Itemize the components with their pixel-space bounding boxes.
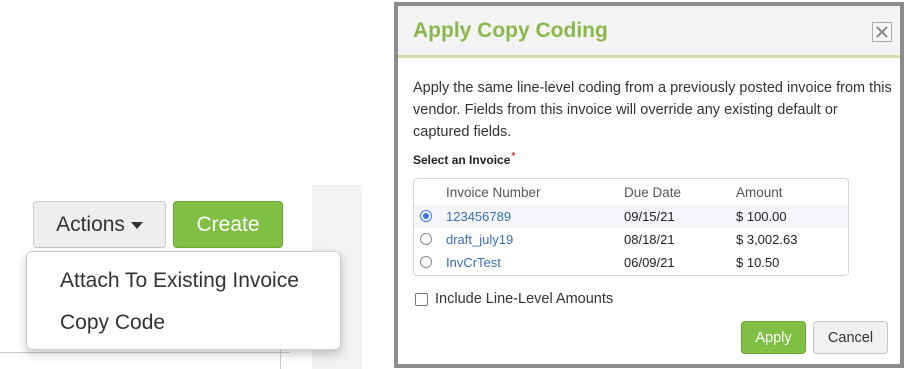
divider (280, 350, 281, 369)
create-button[interactable]: Create (173, 201, 283, 248)
include-line-level-amounts-option[interactable]: Include Line-Level Amounts (415, 291, 613, 307)
cancel-button[interactable]: Cancel (813, 321, 888, 354)
invoice-number-link[interactable]: 123456789 (446, 209, 511, 224)
column-header-amount: Amount (736, 185, 783, 200)
required-mark: * (511, 151, 516, 162)
amount-cell: $ 100.00 (736, 209, 787, 224)
invoice-radio[interactable] (420, 256, 432, 268)
select-invoice-label-text: Select an Invoice (413, 153, 511, 167)
include-line-level-amounts-checkbox[interactable] (415, 292, 428, 306)
due-date-cell: 09/15/21 (624, 209, 675, 224)
due-date-cell: 06/09/21 (624, 255, 675, 270)
column-header-invoice-number: Invoice Number (446, 185, 541, 200)
invoice-radio-selected[interactable] (420, 210, 432, 222)
invoice-number-link[interactable]: InvCrTest (446, 255, 501, 270)
apply-copy-coding-modal: Apply Copy Coding Apply the same line-le… (394, 2, 904, 368)
close-button[interactable] (872, 22, 892, 42)
caret-down-icon (130, 222, 143, 229)
divider (0, 352, 290, 353)
close-icon (876, 26, 888, 38)
select-invoice-label: Select an Invoice* (413, 151, 516, 167)
include-line-level-amounts-label[interactable]: Include Line-Level Amounts (435, 291, 613, 307)
invoice-number-link[interactable]: draft_july19 (446, 232, 513, 247)
actions-dropdown-button[interactable]: Actions (33, 201, 166, 248)
modal-description: Apply the same line-level coding from a … (413, 80, 892, 140)
apply-button[interactable]: Apply (741, 321, 806, 354)
amount-cell: $ 10.50 (736, 255, 780, 270)
actions-button-label: Actions (56, 212, 125, 236)
due-date-cell: 08/18/21 (624, 232, 675, 247)
table-row[interactable]: 123456789 09/15/21 $ 100.00 (414, 205, 848, 228)
modal-header: Apply Copy Coding (398, 6, 900, 58)
menu-item-attach-to-existing-invoice[interactable]: Attach To Existing Invoice (60, 269, 299, 293)
cancel-button-label: Cancel (827, 329, 874, 346)
menu-item-copy-code[interactable]: Copy Code (60, 311, 165, 335)
amount-cell: $ 3,002.63 (736, 232, 798, 247)
apply-button-label: Apply (755, 329, 792, 346)
invoice-table: Invoice Number Due Date Amount 123456789… (413, 178, 849, 276)
actions-menu: Attach To Existing Invoice Copy Code (26, 251, 341, 350)
table-row[interactable]: draft_july19 08/18/21 $ 3,002.63 (414, 228, 848, 251)
modal-title: Apply Copy Coding (413, 19, 608, 42)
column-header-due-date: Due Date (624, 185, 682, 200)
create-button-label: Create (196, 212, 260, 236)
table-row[interactable]: InvCrTest 06/09/21 $ 10.50 (414, 251, 848, 274)
invoice-radio[interactable] (420, 233, 432, 245)
